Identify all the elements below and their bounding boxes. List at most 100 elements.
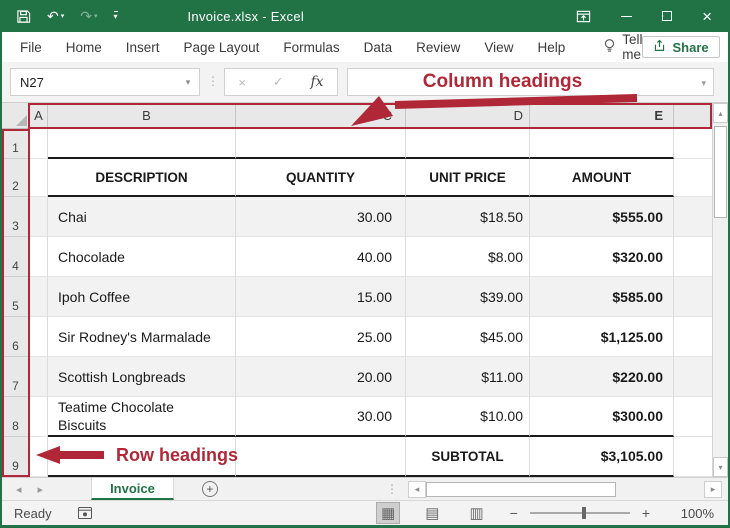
horizontal-scroll-track[interactable] [616, 482, 704, 497]
cell-f2[interactable] [674, 159, 712, 197]
row-header-1[interactable]: 1 [2, 129, 30, 159]
vertical-scrollbar[interactable]: ▴ ▾ [712, 103, 728, 477]
cell-amount[interactable]: $220.00 [530, 357, 674, 397]
cell-description[interactable]: Scottish Longbreads [48, 357, 236, 397]
scroll-up-icon[interactable]: ▴ [713, 103, 728, 123]
cell-b9[interactable] [48, 437, 236, 477]
cell-quantity[interactable]: 30.00 [236, 397, 406, 437]
cell-e1[interactable] [530, 129, 674, 159]
formula-bar-expand-icon[interactable]: ▾ [701, 78, 706, 89]
cell-amount[interactable]: $555.00 [530, 197, 674, 237]
cell-unit-price[interactable]: $10.00 [406, 397, 530, 437]
cell-description[interactable]: Ipoh Coffee [48, 277, 236, 317]
next-sheet-icon[interactable]: ▸ [38, 483, 44, 496]
name-box[interactable]: N27 ▾ [10, 68, 200, 96]
tab-view[interactable]: View [484, 40, 513, 55]
cell-unit-price[interactable]: $8.00 [406, 237, 530, 277]
cell-description[interactable]: Chocolade [48, 237, 236, 277]
column-header-b[interactable]: B [48, 103, 236, 129]
cell-f1[interactable] [674, 129, 712, 159]
cell-unit-price[interactable]: $11.00 [406, 357, 530, 397]
select-all-button[interactable] [2, 103, 30, 129]
previous-sheet-icon[interactable]: ◂ [16, 483, 22, 496]
cell-f4[interactable] [674, 237, 712, 277]
cell-f8[interactable] [674, 397, 712, 437]
tab-insert[interactable]: Insert [126, 40, 160, 55]
cell-f7[interactable] [674, 357, 712, 397]
tell-me-box[interactable]: Tell me [603, 32, 642, 62]
cell-quantity[interactable]: 15.00 [236, 277, 406, 317]
cell-quantity[interactable]: 30.00 [236, 197, 406, 237]
zoom-slider[interactable] [530, 512, 630, 514]
row-header-6[interactable]: 6 [2, 317, 30, 357]
page-layout-view-icon[interactable]: ▤ [421, 503, 443, 523]
name-box-dropdown-icon[interactable]: ▾ [177, 77, 199, 88]
cell-quantity[interactable]: 25.00 [236, 317, 406, 357]
cell-quantity[interactable]: 40.00 [236, 237, 406, 277]
column-header-a[interactable]: A [30, 103, 48, 129]
horizontal-scrollbar[interactable]: ⋮ ◂ ▸ [386, 478, 728, 500]
cancel-icon[interactable]: × [238, 75, 246, 90]
cell-amount-header[interactable]: AMOUNT [530, 159, 674, 197]
cell-amount[interactable]: $320.00 [530, 237, 674, 277]
column-header-c[interactable]: C [236, 103, 406, 129]
enter-icon[interactable]: ✓ [273, 74, 284, 90]
cell-description[interactable]: Teatime Chocolate Biscuits [48, 397, 236, 437]
cell-amount[interactable]: $300.00 [530, 397, 674, 437]
row-header-8[interactable]: 8 [2, 397, 30, 437]
cell-subtotal-amount[interactable]: $3,105.00 [530, 437, 674, 477]
horizontal-scroll-thumb[interactable] [426, 482, 616, 497]
customize-quick-access-icon[interactable]: ▾ [114, 11, 118, 21]
tab-formulas[interactable]: Formulas [283, 40, 339, 55]
cell-a2[interactable] [30, 159, 48, 197]
share-button[interactable]: Share [642, 36, 719, 58]
cell-unit-price-header[interactable]: UNIT PRICE [406, 159, 530, 197]
new-sheet-icon[interactable]: + [202, 481, 218, 497]
cell-description-header[interactable]: DESCRIPTION [48, 159, 236, 197]
row-header-9[interactable]: 9 [2, 437, 30, 477]
cell-b1[interactable] [48, 129, 236, 159]
tab-file[interactable]: File [20, 40, 42, 55]
cell-unit-price[interactable]: $45.00 [406, 317, 530, 357]
cell-description[interactable]: Sir Rodney's Marmalade [48, 317, 236, 357]
close-button[interactable]: × [702, 8, 712, 25]
cell-a1[interactable] [30, 129, 48, 159]
cell-amount[interactable]: $585.00 [530, 277, 674, 317]
row-header-3[interactable]: 3 [2, 197, 30, 237]
cell-subtotal-label[interactable]: SUBTOTAL [406, 437, 530, 477]
undo-dropdown-icon[interactable]: ▾ [61, 13, 65, 20]
cell-f5[interactable] [674, 277, 712, 317]
sheet-tab-invoice[interactable]: Invoice [91, 478, 174, 500]
cell-description[interactable]: Chai [48, 197, 236, 237]
column-header-d[interactable]: D [406, 103, 530, 129]
row-header-2[interactable]: 2 [2, 159, 30, 197]
page-break-preview-icon[interactable]: ▥ [465, 503, 487, 523]
tab-review[interactable]: Review [416, 40, 460, 55]
zoom-level[interactable]: 100% [672, 506, 714, 521]
row-header-7[interactable]: 7 [2, 357, 30, 397]
cell-f9[interactable] [674, 437, 712, 477]
vertical-scroll-thumb[interactable] [714, 126, 727, 218]
cell-c9[interactable] [236, 437, 406, 477]
cell-unit-price[interactable]: $39.00 [406, 277, 530, 317]
cell-unit-price[interactable]: $18.50 [406, 197, 530, 237]
column-header-e[interactable]: E [530, 103, 674, 129]
cell-amount[interactable]: $1,125.00 [530, 317, 674, 357]
formula-bar[interactable]: Column headings ▾ [347, 68, 714, 96]
cell-quantity[interactable]: 20.00 [236, 357, 406, 397]
zoom-slider-thumb[interactable] [582, 507, 586, 519]
cell-a8[interactable] [30, 397, 48, 437]
minimize-button[interactable] [621, 16, 632, 17]
scroll-down-icon[interactable]: ▾ [713, 457, 728, 477]
cell-a9[interactable] [30, 437, 48, 477]
row-header-5[interactable]: 5 [2, 277, 30, 317]
cell-c1[interactable] [236, 129, 406, 159]
undo-button[interactable]: ↶▾ [47, 9, 64, 23]
cell-f6[interactable] [674, 317, 712, 357]
cell-a7[interactable] [30, 357, 48, 397]
tab-help[interactable]: Help [537, 40, 565, 55]
insert-function-icon[interactable]: fx [310, 74, 323, 90]
save-icon[interactable] [16, 9, 31, 24]
column-header-partial[interactable] [674, 103, 712, 129]
scroll-right-icon[interactable]: ▸ [704, 481, 722, 498]
